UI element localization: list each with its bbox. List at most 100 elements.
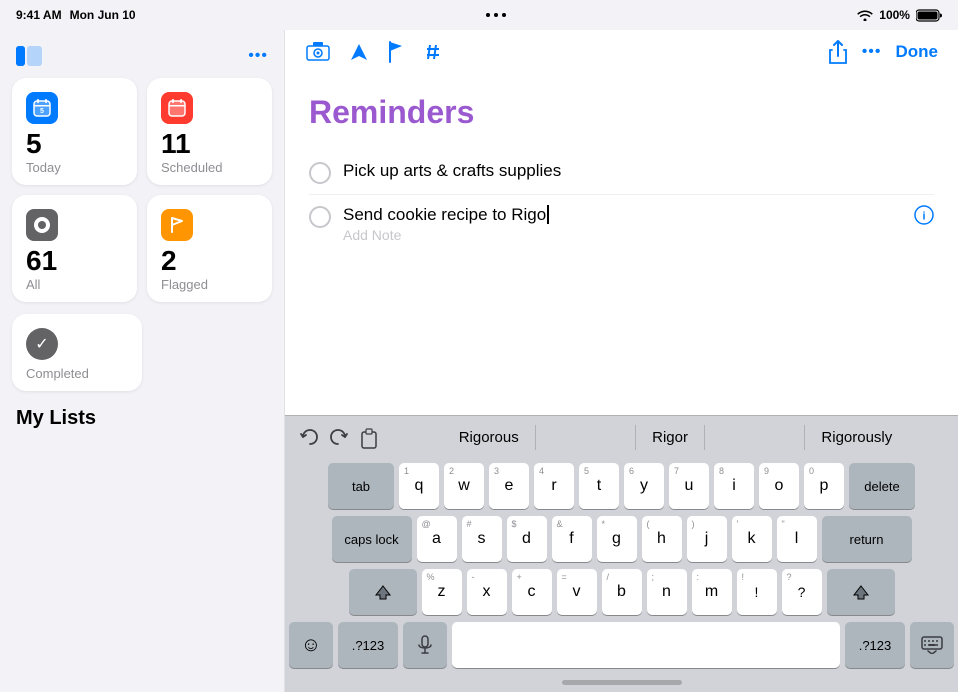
info-icon[interactable]: i (914, 205, 934, 230)
wifi-icon (857, 9, 873, 21)
reminder-2-text: Send cookie recipe to Rigo (343, 205, 902, 225)
battery-icon (916, 9, 942, 22)
key-j[interactable]: )j (687, 516, 727, 562)
my-lists-header: My Lists (12, 403, 272, 430)
smart-list-flagged[interactable]: 2 Flagged (147, 195, 272, 302)
reminder-2-circle[interactable] (309, 206, 331, 228)
key-x[interactable]: -x (467, 569, 507, 615)
key-k[interactable]: 'k (732, 516, 772, 562)
location-icon[interactable] (349, 42, 369, 62)
key-h[interactable]: (h (642, 516, 682, 562)
smart-list-scheduled[interactable]: 11 Scheduled (147, 78, 272, 185)
done-button[interactable]: Done (896, 42, 939, 62)
suggestion-1[interactable]: Rigor (635, 425, 705, 450)
key-p[interactable]: 0p (804, 463, 844, 509)
smart-list-all[interactable]: 61 All (12, 195, 137, 302)
key-m[interactable]: :m (692, 569, 732, 615)
suggestion-0[interactable]: Rigorous (443, 425, 536, 450)
scheduled-count: 11 (161, 130, 258, 158)
tab-key[interactable]: tab (328, 463, 394, 509)
key-w[interactable]: 2w (444, 463, 484, 509)
microphone-key[interactable] (403, 622, 447, 668)
key-g[interactable]: *g (597, 516, 637, 562)
key-row-4: ☺ .?123 .?123 (289, 622, 954, 668)
toolbar-ellipsis[interactable]: ••• (862, 43, 882, 61)
dot3 (502, 13, 506, 17)
flagged-icon (161, 209, 193, 241)
key-c[interactable]: +c (512, 569, 552, 615)
emoji-key[interactable]: ☺ (289, 622, 333, 668)
smart-lists-grid: 5 5 Today 11 Scheduled (12, 78, 272, 302)
reminder-item-1[interactable]: Pick up arts & crafts supplies (309, 151, 934, 195)
sidebar-header: ••• (12, 42, 272, 66)
redo-button[interactable] (325, 424, 353, 452)
numbers-key[interactable]: .?123 (338, 622, 398, 668)
key-d[interactable]: $d (507, 516, 547, 562)
status-bar-center (486, 13, 506, 17)
key-i[interactable]: 8i (714, 463, 754, 509)
scheduled-label: Scheduled (161, 160, 258, 175)
flagged-count: 2 (161, 247, 258, 275)
keyboard-hide-key[interactable] (910, 622, 954, 668)
key-t[interactable]: 5t (579, 463, 619, 509)
return-key[interactable]: return (822, 516, 912, 562)
delete-key[interactable]: delete (849, 463, 915, 509)
share-icon[interactable] (828, 40, 848, 64)
caps-lock-key[interactable]: caps lock (332, 516, 412, 562)
reminder-item-2[interactable]: Send cookie recipe to Rigo Add Note i (309, 195, 934, 243)
key-o[interactable]: 9o (759, 463, 799, 509)
key-exclaim[interactable]: !! (737, 569, 777, 615)
toolbar: ••• Done (285, 30, 958, 74)
key-q[interactable]: 1q (399, 463, 439, 509)
space-key[interactable] (452, 622, 840, 668)
svg-text:i: i (922, 211, 925, 223)
scan-icon[interactable] (305, 42, 331, 62)
completed-row: ✓ Completed (12, 314, 272, 391)
add-note[interactable]: Add Note (343, 227, 902, 243)
key-e[interactable]: 3e (489, 463, 529, 509)
autocomplete-suggestions: Rigorous Rigor Rigorously (393, 425, 958, 450)
content-area: Reminders Pick up arts & crafts supplies… (285, 74, 958, 415)
all-count: 61 (26, 247, 123, 275)
home-indicator (562, 680, 682, 685)
suggestion-2[interactable]: Rigorously (804, 425, 908, 450)
panel-icon[interactable] (16, 46, 42, 66)
status-bar-right: 100% (857, 8, 942, 22)
main-content: ••• Done Reminders Pick up arts & crafts… (285, 30, 958, 692)
key-r[interactable]: 4r (534, 463, 574, 509)
key-v[interactable]: =v (557, 569, 597, 615)
dot2 (494, 13, 498, 17)
shift-right-key[interactable] (827, 569, 895, 615)
key-s[interactable]: #s (462, 516, 502, 562)
shift-left-key[interactable] (349, 569, 417, 615)
hashtag-icon[interactable] (423, 42, 443, 62)
key-f[interactable]: &f (552, 516, 592, 562)
key-y[interactable]: 6y (624, 463, 664, 509)
battery-text: 100% (879, 8, 910, 22)
completed-card[interactable]: ✓ Completed (12, 314, 142, 391)
key-z[interactable]: %z (422, 569, 462, 615)
smart-list-today[interactable]: 5 5 Today (12, 78, 137, 185)
key-question[interactable]: ?? (782, 569, 822, 615)
key-n[interactable]: ;n (647, 569, 687, 615)
paste-button[interactable] (355, 424, 383, 452)
key-a[interactable]: @a (417, 516, 457, 562)
app-container: ••• 5 5 Today (0, 30, 958, 692)
completed-label: Completed (26, 366, 128, 381)
status-bar: 9:41 AM Mon Jun 10 100% (0, 0, 958, 30)
scheduled-icon (161, 92, 193, 124)
flag-toolbar-icon[interactable] (387, 41, 405, 63)
sidebar-ellipsis[interactable]: ••• (248, 47, 268, 65)
today-count: 5 (26, 130, 123, 158)
numbers-key-right[interactable]: .?123 (845, 622, 905, 668)
reminder-1-circle[interactable] (309, 162, 331, 184)
key-b[interactable]: /b (602, 569, 642, 615)
key-l[interactable]: "l (777, 516, 817, 562)
all-icon (26, 209, 58, 241)
keyboard: tab 1q 2w 3e 4r 5t 6y 7u 8i 9o 0p delete… (285, 459, 958, 672)
status-date: Mon Jun 10 (70, 8, 136, 22)
undo-button[interactable] (295, 424, 323, 452)
key-u[interactable]: 7u (669, 463, 709, 509)
completed-icon: ✓ (26, 328, 58, 360)
autocomplete-actions (285, 424, 393, 452)
